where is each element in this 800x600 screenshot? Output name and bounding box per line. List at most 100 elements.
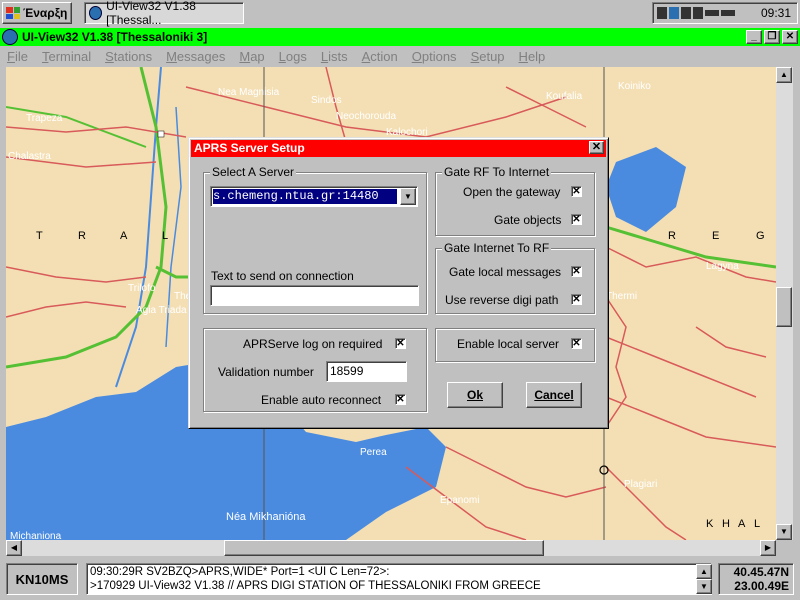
- menu-help[interactable]: Help: [512, 49, 553, 64]
- ok-button[interactable]: Ok: [447, 382, 503, 408]
- map-label: Plagiari: [624, 479, 657, 490]
- tray-speaker-icon[interactable]: [693, 7, 703, 19]
- log-scrollbar[interactable]: ▲ ▼: [696, 564, 712, 594]
- app-icon: [89, 6, 103, 20]
- clock: 09:31: [760, 6, 791, 20]
- local-server-checkbox[interactable]: ✕: [571, 338, 582, 349]
- map-region-letter: A: [120, 230, 128, 242]
- gate-inet-label: Gate Internet To RF: [442, 241, 552, 255]
- scroll-down-button[interactable]: ▼: [776, 524, 792, 540]
- tray-app-icon[interactable]: [657, 7, 667, 19]
- menubar: File Terminal Stations Messages Map Logs…: [0, 46, 800, 66]
- locator-field: KN10MS: [6, 563, 78, 595]
- map-label: Sindos: [311, 95, 342, 106]
- menu-lists[interactable]: Lists: [314, 49, 355, 64]
- gate-objects-checkbox[interactable]: ✕: [571, 214, 582, 225]
- map-region-letter: H: [722, 518, 730, 530]
- horizontal-scroll-thumb[interactable]: [224, 540, 544, 556]
- tray-printer-icon[interactable]: [681, 7, 691, 19]
- aprs-server-setup-dialog: APRS Server Setup ✕ Select A Server s.ch…: [188, 137, 609, 429]
- tray-modem-icon[interactable]: [721, 10, 735, 16]
- validation-number-input[interactable]: 18599: [326, 361, 407, 382]
- map-label: Thermi: [606, 291, 637, 302]
- log-line: >170929 UI-View32 V1.38 // APRS DIGI STA…: [90, 580, 541, 592]
- start-label: Έναρξη: [23, 6, 68, 20]
- scroll-left-button[interactable]: ◀: [6, 540, 22, 556]
- tray-network-icon[interactable]: [669, 7, 679, 19]
- window-titlebar[interactable]: UI-View32 V1.38 [Thessaloniki 3] _ ❐ ✕: [0, 28, 800, 46]
- map-label: Trapeza: [26, 113, 63, 124]
- map-region-letter: R: [668, 230, 676, 242]
- dialog-titlebar[interactable]: APRS Server Setup ✕: [191, 140, 606, 157]
- menu-setup[interactable]: Setup: [464, 49, 512, 64]
- open-gateway-label: Open the gateway: [463, 185, 561, 199]
- dropdown-arrow-icon[interactable]: ▼: [400, 188, 416, 205]
- maximize-button[interactable]: ❐: [764, 30, 780, 44]
- packet-log[interactable]: 09:30:29R SV2BZQ>APRS,WIDE* Port=1 <UI C…: [86, 563, 712, 595]
- menu-messages[interactable]: Messages: [159, 49, 232, 64]
- taskbar: Έναρξη UI-View32 V1.38 [Thessal... 09:31: [0, 0, 800, 29]
- menu-map[interactable]: Map: [232, 49, 271, 64]
- vertical-scrollbar[interactable]: ▲ ▼: [776, 67, 793, 540]
- scroll-right-button[interactable]: ▶: [760, 540, 776, 556]
- text-on-connect-label: Text to send on connection: [211, 269, 354, 283]
- map-region-letter: T: [36, 230, 43, 242]
- menu-terminal[interactable]: Terminal: [35, 49, 98, 64]
- log-scroll-up-button[interactable]: ▲: [696, 564, 712, 579]
- map-label: Trilofo: [128, 283, 156, 294]
- gate-objects-label: Gate objects: [494, 213, 562, 227]
- map-label: Nea Magnisia: [218, 87, 280, 98]
- taskbar-app-button[interactable]: UI-View32 V1.38 [Thessal...: [84, 0, 244, 27]
- cancel-label: Cancel: [534, 388, 574, 402]
- map-label: Lagyna: [706, 261, 739, 272]
- tray-icons[interactable]: [657, 7, 735, 19]
- text-on-connect-input[interactable]: [210, 285, 419, 306]
- map-label: Koiniko: [618, 81, 651, 92]
- minimize-button[interactable]: _: [746, 30, 762, 44]
- vertical-scroll-thumb[interactable]: [776, 287, 792, 327]
- auto-reconnect-checkbox[interactable]: ✕: [395, 394, 406, 405]
- station-marker-icon: [157, 130, 165, 138]
- log-on-required-checkbox[interactable]: ✕: [395, 338, 406, 349]
- ok-label: Ok: [466, 388, 483, 402]
- map-region-letter: E: [712, 230, 719, 242]
- open-gateway-checkbox[interactable]: ✕: [571, 186, 582, 197]
- menu-file[interactable]: File: [0, 49, 35, 64]
- menu-options[interactable]: Options: [405, 49, 464, 64]
- gate-local-messages-checkbox[interactable]: ✕: [571, 266, 582, 277]
- horizontal-scrollbar[interactable]: ◀ ▶: [6, 540, 776, 556]
- cancel-button[interactable]: Cancel: [526, 382, 582, 408]
- reverse-digi-path-label: Use reverse digi path: [445, 293, 559, 307]
- log-on-required-label: APRServe log on required: [243, 337, 383, 351]
- map-label: Michaniona: [10, 531, 62, 540]
- select-server-label: Select A Server: [210, 165, 297, 179]
- dialog-close-button[interactable]: ✕: [589, 141, 604, 154]
- system-tray: 09:31: [652, 2, 798, 24]
- map-label: Agia Triada: [136, 305, 187, 316]
- start-button[interactable]: Έναρξη: [2, 2, 72, 24]
- menu-action[interactable]: Action: [355, 49, 405, 64]
- latitude: 40.45.47N: [733, 565, 789, 579]
- local-server-label: Enable local server: [457, 337, 560, 351]
- close-button[interactable]: ✕: [782, 30, 798, 44]
- map-region-letter: R: [78, 230, 86, 242]
- map-region-letter: A: [738, 518, 746, 530]
- window-title: UI-View32 V1.38 [Thessaloniki 3]: [22, 30, 208, 44]
- validation-number-label: Validation number: [218, 365, 314, 379]
- scroll-up-button[interactable]: ▲: [776, 67, 792, 83]
- coordinates-readout: 40.45.47N 23.00.49E: [718, 563, 794, 595]
- map-label: Epanomi: [440, 495, 479, 506]
- server-select[interactable]: s.chemeng.ntua.gr:14480 ▼: [210, 186, 418, 207]
- menu-logs[interactable]: Logs: [272, 49, 314, 64]
- map-region-letter: L: [754, 518, 760, 530]
- menu-stations[interactable]: Stations: [98, 49, 159, 64]
- map-label: Koufalia: [546, 91, 583, 102]
- dialog-title: APRS Server Setup: [194, 141, 305, 155]
- tray-battery-icon[interactable]: [705, 10, 719, 16]
- log-scroll-down-button[interactable]: ▼: [696, 579, 712, 594]
- gate-local-messages-label: Gate local messages: [449, 265, 562, 279]
- server-select-value: s.chemeng.ntua.gr:14480: [213, 189, 397, 204]
- log-line: 09:30:29R SV2BZQ>APRS,WIDE* Port=1 <UI C…: [90, 566, 390, 578]
- reverse-digi-path-checkbox[interactable]: ✕: [571, 294, 582, 305]
- app-icon[interactable]: [2, 29, 18, 45]
